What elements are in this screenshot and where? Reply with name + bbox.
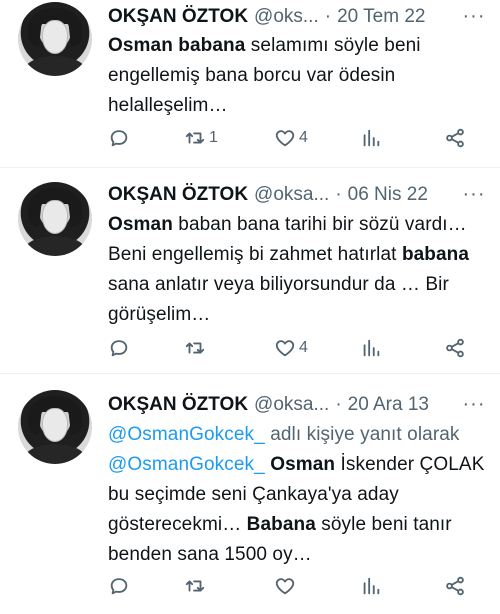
mention-link[interactable]: @OsmanGokcek_ (108, 454, 265, 475)
body-text: sana anlatır veya biliyorsundur da … Bir… (108, 274, 449, 325)
retweet-button[interactable]: 1 (184, 126, 218, 150)
share-icon (446, 128, 464, 148)
tweet[interactable]: OKŞAN ÖZTOK @oks... · 20 Tem 22 ··· Osman b… (0, 0, 500, 168)
tweet-text: Osman baban bana tarihi bir sözü vardı… … (108, 210, 488, 330)
highlight-text: Osman (108, 214, 173, 235)
views-button[interactable] (360, 574, 382, 598)
author-name[interactable]: OKŞAN ÖZTOK (108, 394, 248, 415)
like-icon (275, 340, 295, 357)
tweet-header: OKŞAN ÖZTOK @oks... · 20 Tem 22 (108, 4, 425, 30)
author-handle[interactable]: @oks... (254, 6, 319, 27)
reply-button[interactable] (108, 574, 133, 598)
retweet-button[interactable] (184, 574, 209, 598)
reply-context: @OsmanGokcek_ adlı kişiye yanıt olarak (108, 420, 488, 450)
views-icon (363, 339, 380, 357)
share-icon (446, 576, 464, 596)
like-button[interactable]: 4 (274, 126, 308, 150)
reply-button[interactable] (108, 336, 133, 360)
tweet-date[interactable]: 06 Nis 22 (348, 184, 428, 205)
author-name[interactable]: OKŞAN ÖZTOK (108, 184, 248, 205)
views-button[interactable] (360, 126, 382, 150)
highlight-text: Osman babana (108, 35, 246, 56)
share-button[interactable] (444, 126, 466, 150)
tweet-date[interactable]: 20 Ara 13 (348, 394, 429, 415)
retweet-icon (185, 342, 205, 354)
views-button[interactable] (360, 336, 382, 360)
author-name[interactable]: OKŞAN ÖZTOK (108, 6, 248, 27)
views-icon (363, 577, 380, 595)
share-button[interactable] (444, 574, 466, 598)
more-icon[interactable]: ··· (462, 6, 486, 30)
tweet-actions (108, 574, 478, 598)
highlight-text: babana (401, 244, 470, 265)
separator-dot: · (335, 184, 342, 205)
like-button[interactable]: 4 (274, 336, 308, 360)
reply-icon (110, 340, 128, 357)
avatar[interactable] (18, 390, 92, 464)
tweet-header: OKŞAN ÖZTOK @oksa... · 06 Nis 22 (108, 182, 428, 208)
avatar[interactable] (18, 182, 92, 256)
reply-to-mention[interactable]: @OsmanGokcek_ (108, 424, 265, 445)
tweet-text: Osman babana selamımı söyle beni engelle… (108, 31, 488, 121)
separator-dot: · (324, 6, 332, 27)
tweet[interactable]: OKŞAN ÖZTOK @oksa... · 06 Nis 22 ··· Osman … (0, 168, 500, 374)
tweet-actions: 4 (108, 336, 478, 360)
reply-icon (110, 578, 128, 595)
retweet-button[interactable] (184, 336, 209, 360)
retweet-icon (185, 580, 205, 592)
tweet[interactable]: OKŞAN ÖZTOK @oksa... · 20 Ara 13 ··· @Osman… (0, 374, 500, 614)
tweet-text: @OsmanGokcek_ Osman İskender ÇOLAK bu se… (108, 450, 488, 570)
highlight-text: Osman (270, 454, 336, 475)
like-count: 4 (299, 339, 308, 356)
author-handle[interactable]: @oksa... (254, 184, 329, 205)
share-icon (446, 338, 464, 358)
separator-dot: · (335, 394, 342, 415)
reply-button[interactable] (108, 126, 133, 150)
reply-context-label: adlı kişiye yanıt olarak (264, 424, 460, 445)
views-icon (363, 129, 380, 147)
like-count: 4 (299, 129, 308, 146)
more-icon[interactable]: ··· (462, 184, 486, 208)
highlight-text: Babana (246, 514, 316, 535)
reply-icon (110, 130, 128, 147)
tweet-actions: 1 4 (108, 126, 478, 150)
like-icon (275, 578, 295, 595)
author-handle[interactable]: @oksa... (254, 394, 329, 415)
retweet-count: 1 (209, 129, 218, 146)
tweet-header: OKŞAN ÖZTOK @oksa... · 20 Ara 13 (108, 392, 429, 418)
avatar[interactable] (18, 2, 92, 76)
share-button[interactable] (444, 336, 466, 360)
tweet-date[interactable]: 20 Tem 22 (337, 6, 425, 27)
more-icon[interactable]: ··· (462, 394, 486, 418)
like-button[interactable] (274, 574, 299, 598)
like-icon (275, 130, 295, 147)
retweet-icon (185, 132, 205, 144)
